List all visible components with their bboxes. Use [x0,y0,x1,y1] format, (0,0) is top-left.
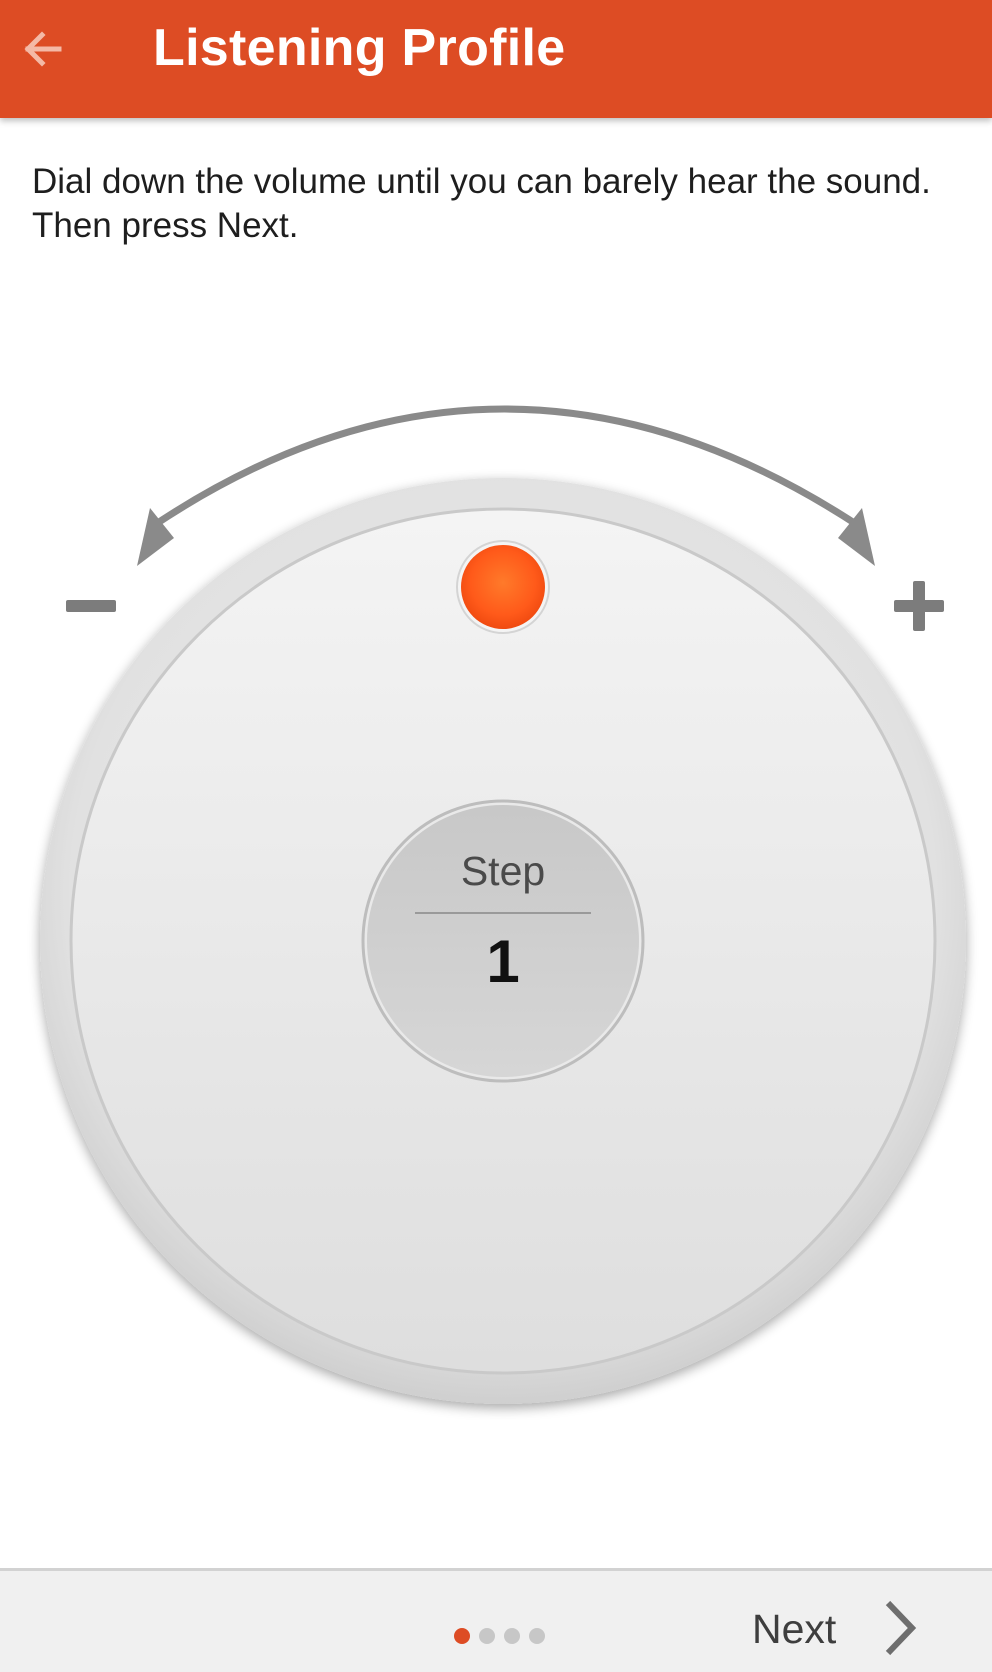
step-value: 1 [486,928,520,995]
page-dot [479,1628,495,1644]
back-button[interactable] [8,14,78,84]
arrow-left-icon [24,31,62,67]
step-label: Step [460,848,546,894]
page-dot [504,1628,520,1644]
next-button[interactable]: Next [740,1589,980,1669]
page-dot [529,1628,545,1644]
instruction-text: Dial down the volume until you can barel… [32,162,931,245]
app-bar: Listening Profile [0,0,992,118]
plus-icon [894,581,944,631]
next-label: Next [752,1606,837,1652]
bottom-bar: Next [0,1568,992,1672]
page-title: Listening Profile [153,19,566,77]
page-dot-active [454,1628,470,1644]
chevron-right-icon [885,1600,917,1656]
volume-dial-area: Step 1 [0,380,992,1420]
minus-icon [66,600,116,612]
page-indicator [454,1628,545,1644]
dial-indicator[interactable] [461,545,545,629]
volume-dial-graphic [40,405,966,1404]
listening-profile-screen: Listening Profile Dial down the volume u… [0,0,992,1672]
